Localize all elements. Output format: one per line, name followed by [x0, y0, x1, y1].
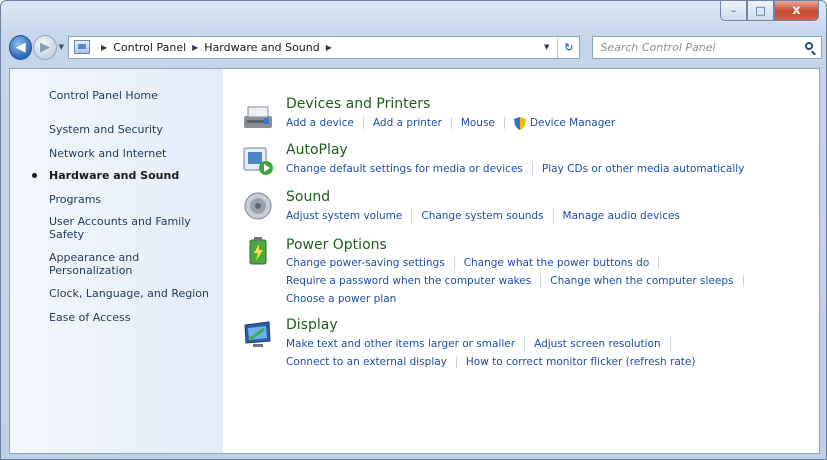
control-panel-window: – □ x ◀ ▶ ▼ ▶ Control Panel ▶ Hardware a… [0, 0, 827, 460]
link-divider [362, 117, 364, 129]
link-correct-monitor-flicker[interactable]: How to correct monitor flicker (refresh … [466, 356, 696, 368]
link-change-power-buttons[interactable]: Change what the power buttons do [464, 257, 650, 269]
refresh-button[interactable]: ↻ [557, 36, 579, 58]
link-divider [742, 275, 744, 287]
sidebar-item-system-and-security[interactable]: System and Security [49, 123, 219, 136]
link-divider [669, 338, 671, 350]
link-divider [531, 163, 533, 175]
search-input[interactable] [600, 40, 799, 54]
category-title-sound[interactable]: Sound [286, 189, 330, 206]
link-require-password-on-wake[interactable]: Require a password when the computer wak… [286, 275, 531, 287]
power-links-line-3: Choose a power plan [286, 292, 396, 306]
sidebar: Control Panel Home System and Security N… [10, 69, 223, 453]
minimize-button[interactable]: – [720, 1, 747, 21]
link-divider [552, 210, 554, 222]
link-change-system-sounds[interactable]: Change system sounds [421, 210, 543, 222]
sidebar-item-user-accounts[interactable]: User Accounts and Family Safety [49, 215, 209, 241]
control-panel-icon [74, 40, 91, 54]
link-add-printer[interactable]: Add a printer [373, 117, 442, 129]
link-connect-external-display[interactable]: Connect to an external display [286, 356, 447, 368]
sidebar-item-programs[interactable]: Programs [49, 193, 219, 206]
sidebar-item-ease-of-access[interactable]: Ease of Access [49, 311, 219, 324]
link-divider [455, 356, 457, 368]
link-make-text-larger[interactable]: Make text and other items larger or smal… [286, 338, 515, 350]
printer-icon[interactable] [242, 101, 274, 133]
sidebar-item-clock-language-region[interactable]: Clock, Language, and Region [49, 287, 219, 300]
sidebar-item-appearance[interactable]: Appearance and Personalization [49, 251, 169, 277]
category-title-autoplay[interactable]: AutoPlay [286, 142, 348, 159]
link-change-default-media-settings[interactable]: Change default settings for media or dev… [286, 163, 523, 175]
monitor-icon[interactable] [242, 319, 274, 351]
main-panel: Devices and Printers Add a device Add a … [223, 69, 819, 453]
link-add-device[interactable]: Add a device [286, 117, 354, 129]
maximize-button[interactable]: □ [747, 1, 774, 21]
speaker-icon[interactable] [242, 190, 274, 222]
link-play-cds-automatically[interactable]: Play CDs or other media automatically [542, 163, 744, 175]
link-device-manager[interactable]: Device Manager [530, 117, 615, 129]
display-links-line-1: Make text and other items larger or smal… [286, 337, 680, 351]
link-change-sleep-time[interactable]: Change when the computer sleeps [550, 275, 733, 287]
link-adjust-system-volume[interactable]: Adjust system volume [286, 210, 402, 222]
category-title-power-options[interactable]: Power Options [286, 237, 387, 254]
address-bar[interactable]: ▶ Control Panel ▶ Hardware and Sound ▶ ▼… [68, 35, 581, 59]
breadcrumb-separator-icon[interactable]: ▶ [192, 43, 198, 52]
breadcrumb-separator-icon[interactable]: ▶ [101, 43, 107, 52]
category-title-devices-and-printers[interactable]: Devices and Printers [286, 96, 430, 113]
active-bullet-icon [32, 173, 37, 178]
address-dropdown-icon[interactable]: ▼ [544, 43, 549, 51]
link-divider [540, 275, 542, 287]
power-links-line-1: Change power-saving settings Change what… [286, 256, 668, 270]
link-choose-power-plan[interactable]: Choose a power plan [286, 293, 396, 305]
battery-icon[interactable] [242, 234, 274, 266]
link-manage-audio-devices[interactable]: Manage audio devices [563, 210, 680, 222]
power-links-line-2: Require a password when the computer wak… [286, 274, 753, 288]
recent-pages-dropdown-icon[interactable]: ▼ [59, 43, 64, 51]
link-mouse[interactable]: Mouse [461, 117, 495, 129]
sidebar-item-hardware-and-sound[interactable]: Hardware and Sound [49, 169, 219, 182]
link-adjust-screen-resolution[interactable]: Adjust screen resolution [534, 338, 661, 350]
link-divider [503, 117, 505, 129]
sidebar-item-network-and-internet[interactable]: Network and Internet [49, 147, 219, 160]
devices-links: Add a device Add a printer Mouse Device … [286, 116, 615, 130]
search-box[interactable] [592, 35, 822, 59]
link-change-power-saving-settings[interactable]: Change power-saving settings [286, 257, 445, 269]
breadcrumb-hardware-and-sound[interactable]: Hardware and Sound [204, 41, 319, 54]
category-title-display[interactable]: Display [286, 317, 338, 334]
sidebar-item-control-panel-home[interactable]: Control Panel Home [49, 89, 219, 102]
sound-links: Adjust system volume Change system sound… [286, 209, 680, 223]
autoplay-icon[interactable] [242, 144, 274, 176]
breadcrumb-separator-icon[interactable]: ▶ [326, 43, 332, 52]
search-icon[interactable] [799, 37, 821, 57]
forward-button[interactable]: ▶ [33, 34, 57, 60]
link-divider [411, 210, 413, 222]
uac-shield-icon [513, 116, 526, 130]
link-divider [658, 257, 660, 269]
back-button[interactable]: ◀ [9, 34, 33, 60]
autoplay-links: Change default settings for media or dev… [286, 162, 744, 176]
breadcrumb-control-panel[interactable]: Control Panel [113, 41, 186, 54]
navigation-bar: ◀ ▶ ▼ ▶ Control Panel ▶ Hardware and Sou… [9, 33, 822, 61]
close-button[interactable]: x [774, 1, 819, 21]
display-links-line-2: Connect to an external display How to co… [286, 355, 695, 369]
content-area: Control Panel Home System and Security N… [9, 68, 820, 454]
link-divider [453, 257, 455, 269]
caption-buttons: – □ x [720, 1, 819, 21]
link-divider [450, 117, 452, 129]
link-divider [524, 338, 526, 350]
